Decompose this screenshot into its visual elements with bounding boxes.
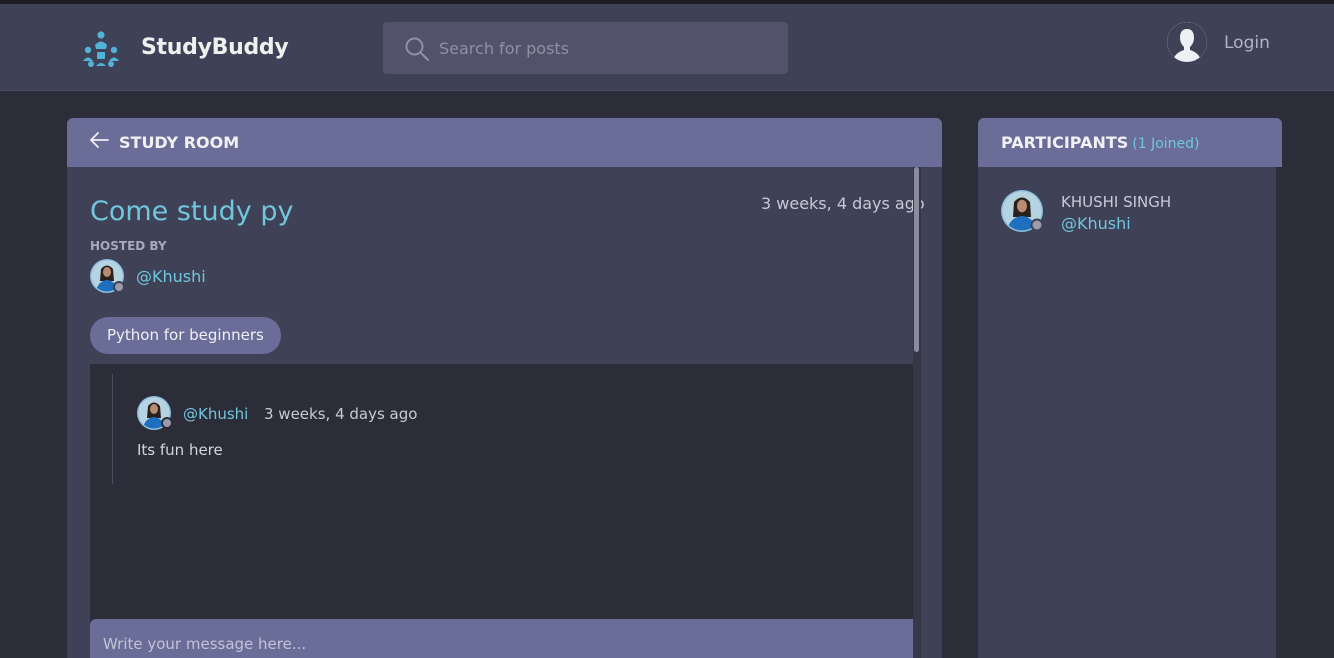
host-avatar[interactable] — [90, 259, 126, 295]
brand-name[interactable]: StudyBuddy — [141, 35, 289, 60]
participant-avatar[interactable] — [1001, 190, 1045, 234]
room-section-label: STUDY ROOM — [119, 133, 240, 152]
message-composer[interactable] — [90, 619, 919, 658]
room-name: Come study py — [90, 196, 294, 227]
participants-title: PARTICIPANTS (1 Joined) — [1001, 133, 1200, 152]
room-created-time: 3 weeks, 4 days ago — [761, 194, 925, 213]
host-username[interactable]: @Khushi — [136, 267, 206, 286]
conversation-area: @Khushi 3 weeks, 4 days ago Its fun here — [90, 364, 919, 658]
user-avatar-icon[interactable] — [1167, 22, 1207, 62]
participants-header: PARTICIPANTS (1 Joined) — [978, 118, 1282, 167]
participants-panel: PARTICIPANTS (1 Joined) KHUSHI SINGH @Khu… — [978, 118, 1282, 658]
message-time: 3 weeks, 4 days ago — [264, 405, 418, 423]
participants-title-text: PARTICIPANTS — [1001, 133, 1129, 152]
participant-full-name: KHUSHI SINGH — [1061, 193, 1172, 211]
hosted-by-label: HOSTED BY — [90, 239, 167, 253]
panel-edge — [1276, 167, 1282, 658]
message-text: Its fun here — [137, 441, 223, 459]
arrow-left-icon[interactable] — [89, 131, 109, 149]
message-input[interactable] — [103, 629, 903, 658]
participants-count: (1 Joined) — [1132, 136, 1200, 152]
person-silhouette-icon — [1167, 22, 1207, 62]
study-room-panel: STUDY ROOM Come study py 3 weeks, 4 days… — [67, 118, 942, 658]
thread-line — [112, 374, 113, 484]
search-icon — [405, 37, 429, 61]
topic-tag[interactable]: Python for beginners — [90, 317, 281, 354]
top-navbar: StudyBuddy Login — [0, 4, 1334, 91]
login-link[interactable]: Login — [1224, 33, 1270, 53]
scrollbar-thumb[interactable] — [914, 167, 919, 352]
message-author-avatar[interactable] — [137, 396, 173, 432]
search-bar[interactable] — [383, 22, 788, 74]
study-group-logo-icon[interactable] — [82, 30, 120, 68]
participant-username[interactable]: @Khushi — [1061, 214, 1131, 233]
room-panel-header: STUDY ROOM — [67, 118, 942, 167]
message-author[interactable]: @Khushi — [183, 405, 248, 423]
search-input[interactable] — [439, 22, 779, 74]
